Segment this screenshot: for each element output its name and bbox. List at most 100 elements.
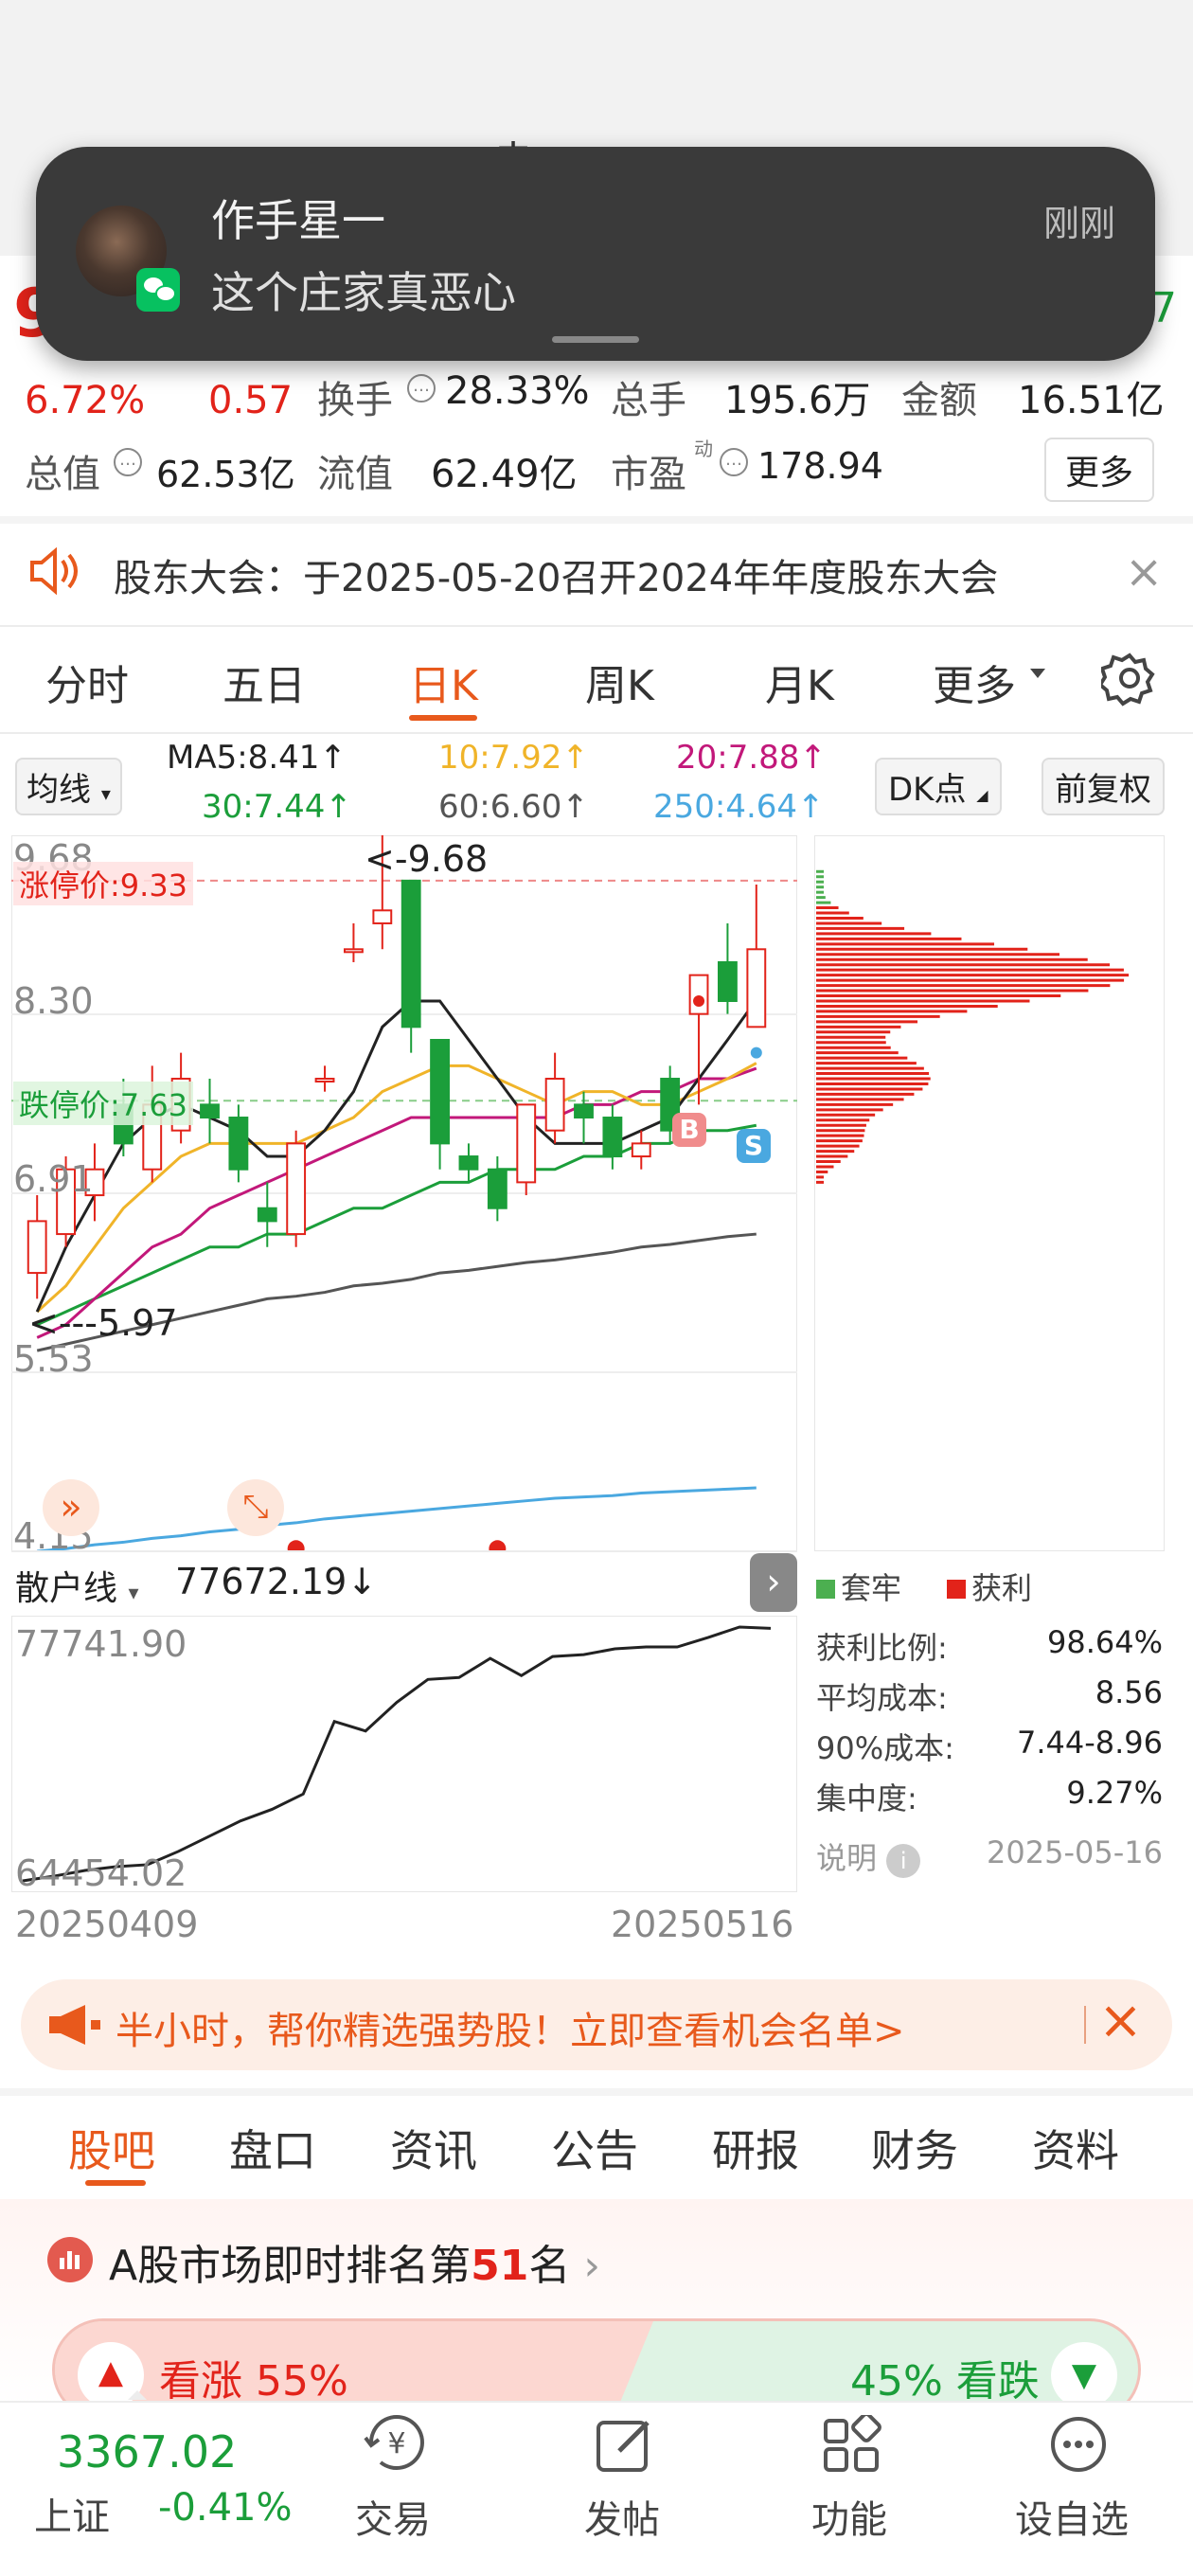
low-value: 5.97 <box>97 1302 178 1344</box>
ma-selector[interactable]: 均线 ▾ <box>15 758 122 815</box>
chip-stat-key: 获利比例: <box>816 1630 948 1666</box>
limit-down-label: 跌停价:7.63 <box>13 1082 194 1125</box>
chip-date: 2025-05-16 <box>987 1834 1163 1870</box>
chip-stat-value: 9.27% <box>1066 1775 1163 1811</box>
high-marker: <-9.68 <box>365 838 489 880</box>
vote-down-button[interactable]: ▼ <box>1051 2342 1117 2408</box>
chip-distribution-chart <box>814 835 1165 1551</box>
tab-finance[interactable]: 财务 <box>871 2117 958 2179</box>
tab-announcements[interactable]: 公告 <box>551 2117 638 2179</box>
edit-icon <box>596 2421 650 2472</box>
close-icon[interactable]: × <box>1125 549 1163 595</box>
candle <box>516 1103 537 1184</box>
expand-panel-button[interactable]: › <box>750 1553 797 1612</box>
trade-button[interactable]: ¥ 交易 <box>350 2413 445 2555</box>
candle <box>314 1078 335 1083</box>
tab-weekly-k[interactable]: 周K <box>585 652 654 712</box>
candle <box>27 1220 47 1275</box>
limit-up-label: 涨停价:9.33 <box>13 862 194 905</box>
close-icon[interactable]: × <box>1098 1995 1143 2048</box>
vote-up-label[interactable]: 看涨 55% <box>159 2347 348 2407</box>
corner-icon: ◢ <box>976 786 988 804</box>
y-label-3: 6.91 <box>13 1158 94 1200</box>
candle <box>458 1155 479 1171</box>
retail-line-selector[interactable]: 散户线 ▾ <box>15 1561 139 1610</box>
functions-button[interactable]: 功能 <box>807 2413 901 2555</box>
info-icon[interactable]: … <box>407 374 436 402</box>
ma30-legend: 30:7.44↑ <box>202 788 352 826</box>
tab-five-day[interactable]: 五日 <box>223 652 306 712</box>
tab-daily-k[interactable]: 日K <box>409 652 478 712</box>
chip-stat-key: 90%成本: <box>816 1730 954 1766</box>
dk-point-label: DK点 <box>888 771 967 809</box>
tab-research[interactable]: 研报 <box>712 2117 799 2179</box>
kline-chart[interactable] <box>11 835 797 1551</box>
pe-superscript: 动 <box>694 438 713 460</box>
ma5-legend: MA5:8.41↑ <box>167 739 347 777</box>
candle <box>344 948 364 954</box>
retail-bottom-value: 64454.02 <box>15 1852 187 1894</box>
tab-order-book[interactable]: 盘口 <box>229 2117 316 2179</box>
notification-message: 这个庄家真恶心 <box>211 267 516 318</box>
notification-time: 刚刚 <box>1042 203 1115 244</box>
divider <box>0 732 1193 734</box>
tab-news[interactable]: 资讯 <box>390 2117 477 2179</box>
tab-monthly-k[interactable]: 月K <box>765 652 834 712</box>
tab-profile[interactable]: 资料 <box>1032 2117 1119 2179</box>
gear-icon[interactable] <box>1097 650 1158 710</box>
chip-stat-value: 98.64% <box>1046 1624 1163 1660</box>
ma-selector-label: 均线 <box>27 771 91 809</box>
candle <box>401 879 421 1029</box>
post-button[interactable]: 发帖 <box>579 2413 674 2555</box>
promo-text[interactable]: 半小时，帮你精选强势股！立即查看机会名单> <box>116 2000 949 2055</box>
rank-number: 51 <box>471 2242 529 2290</box>
profit-label: 获利 <box>971 1570 1033 1606</box>
volume-value: 195.6万 <box>724 379 871 422</box>
dk-point-button[interactable]: DK点 ◢ <box>875 758 1002 815</box>
add-watchlist-button[interactable]: 设自选 <box>1013 2413 1146 2555</box>
double-chevron-icon[interactable]: » <box>43 1479 99 1536</box>
date-end: 20250516 <box>611 1904 794 1945</box>
high-value: 9.68 <box>407 838 489 880</box>
chevron-down-icon: ▾ <box>128 1582 139 1605</box>
info-icon[interactable]: … <box>720 448 748 476</box>
expand-icon[interactable]: ⤡ <box>227 1479 284 1536</box>
sell-signal-badge[interactable]: S <box>737 1129 771 1163</box>
more-button[interactable]: 更多 <box>1044 438 1155 502</box>
tab-intraday[interactable]: 分时 <box>45 652 129 712</box>
chip-note-link[interactable]: 说明 i <box>816 1834 921 1878</box>
svg-text:¥: ¥ <box>387 2427 405 2460</box>
ma250-legend: 250:4.64↑ <box>653 788 825 826</box>
candle <box>228 1117 249 1171</box>
candle <box>286 1142 307 1236</box>
signal-dot <box>750 1046 762 1059</box>
trapped-swatch <box>816 1580 835 1599</box>
candle <box>257 1207 277 1223</box>
notification-sender: 作手星一 <box>211 195 385 246</box>
price-adjust-button[interactable]: 前复权 <box>1042 758 1165 815</box>
info-icon[interactable]: … <box>114 448 142 476</box>
notification-banner[interactable]: 作手星一 这个庄家真恶心 刚刚 <box>36 147 1155 361</box>
amount-value: 16.51亿 <box>1018 379 1165 422</box>
announcement-text[interactable]: 股东大会：于2025-05-20召开2024年年度股东大会 <box>114 547 998 602</box>
tab-guba[interactable]: 股吧 <box>68 2117 155 2179</box>
profit-swatch <box>947 1580 966 1599</box>
index-value[interactable]: 3367.02 <box>57 2426 237 2478</box>
divider <box>0 625 1193 627</box>
divider <box>0 2088 1193 2096</box>
rank-prefix: A股市场即时排名第 <box>109 2242 472 2290</box>
tab-indicator <box>409 715 477 721</box>
vote-down-label[interactable]: 45% 看跌 <box>850 2347 1040 2407</box>
speaker-icon <box>28 546 81 599</box>
chip-stat-key: 集中度: <box>816 1780 917 1816</box>
grid-icon <box>824 2415 881 2472</box>
buy-signal-badge[interactable]: B <box>672 1113 706 1147</box>
tab-more[interactable]: 更多 <box>933 652 1016 712</box>
legend-trapped: 套牢 <box>816 1565 901 1608</box>
candle <box>430 1039 450 1145</box>
drag-handle[interactable] <box>552 336 639 343</box>
chevron-down-icon: ▾ <box>100 782 111 805</box>
low-marker: <---5.97 <box>28 1302 178 1344</box>
rank-text[interactable]: A股市场即时排名第51名 › <box>109 2231 600 2292</box>
pe-label: 市盈 <box>611 453 686 496</box>
